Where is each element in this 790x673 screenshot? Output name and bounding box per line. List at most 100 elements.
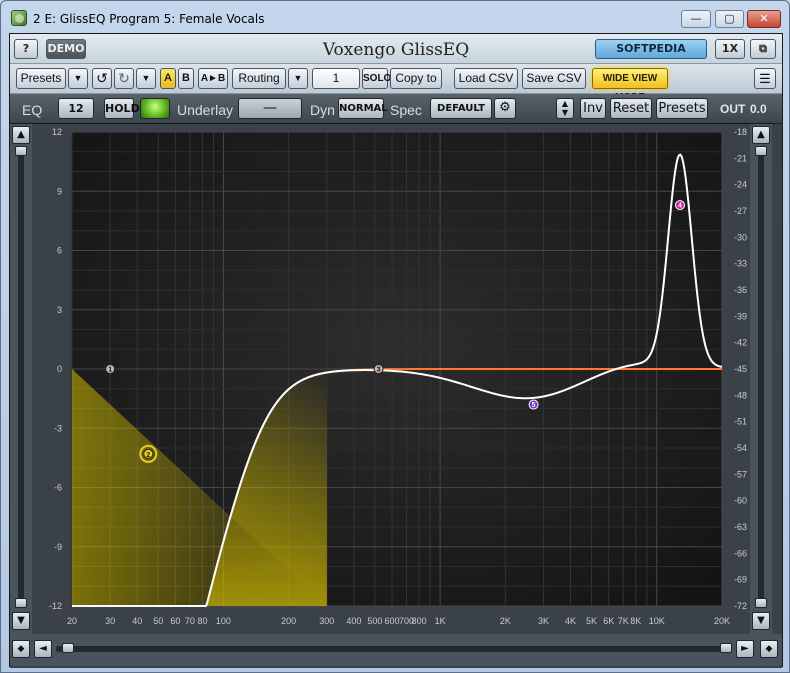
frequency-tick-label: 600: [385, 616, 400, 626]
scroll-track[interactable]: [18, 146, 24, 606]
frequency-tick-label: 40: [132, 616, 142, 626]
minimize-button[interactable]: —: [681, 10, 711, 28]
a-to-b-button[interactable]: A►B: [198, 68, 228, 89]
underlay-label: Underlay: [177, 102, 234, 118]
load-csv-button[interactable]: Load CSV: [454, 68, 518, 89]
spec-select[interactable]: DEFAULT: [430, 98, 492, 119]
close-button[interactable]: ✕: [747, 10, 781, 28]
band-node-5[interactable]: 5: [528, 399, 539, 410]
level-tick-label: -51: [734, 417, 747, 427]
reset-button[interactable]: Reset: [610, 98, 652, 119]
scroll-thumb[interactable]: [15, 146, 27, 156]
window-title: 2 E: GlissEQ Program 5: Female Vocals: [33, 12, 265, 26]
power-led-toggle[interactable]: [140, 98, 170, 119]
scroll-right-icon[interactable]: ►: [736, 640, 754, 658]
scale-button[interactable]: 1X: [715, 39, 745, 59]
scroll-track[interactable]: [56, 646, 732, 652]
band-node-4[interactable]: 4: [675, 200, 686, 211]
level-tick-label: -33: [734, 259, 747, 269]
right-zoom-scrollbar[interactable]: ▲ ▼: [750, 124, 772, 634]
band-label: 5: [532, 402, 536, 409]
history-dropdown[interactable]: ▼: [136, 68, 156, 89]
range-button[interactable]: 12 DB: [58, 98, 94, 134]
frequency-tick-label: 8K: [630, 616, 641, 626]
frequency-tick-label: 20: [67, 616, 77, 626]
menu-icon[interactable]: ☰: [754, 68, 776, 89]
a-button[interactable]: A: [160, 68, 176, 89]
maximize-button[interactable]: ▢: [715, 10, 744, 28]
frequency-scrollbar[interactable]: ◆ ◄ ► ◆: [10, 634, 782, 666]
scroll-thumb[interactable]: [755, 598, 767, 608]
gain-tick-label: 6: [57, 246, 62, 256]
frequency-tick-label: 4K: [565, 616, 576, 626]
title-bar: 2 E: GlissEQ Program 5: Female Vocals — …: [1, 1, 789, 33]
band-node-3[interactable]: 3: [373, 364, 384, 374]
scroll-up-icon[interactable]: ▲: [12, 126, 30, 144]
frequency-tick-label: 7K: [618, 616, 629, 626]
dyn-select[interactable]: NORMAL: [338, 98, 388, 119]
level-tick-label: -42: [734, 338, 747, 348]
wide-view-mode-button[interactable]: WIDE VIEW MODE: [592, 68, 668, 103]
gain-tick-label: -12: [49, 601, 62, 611]
level-tick-label: -57: [734, 469, 747, 479]
band-node-1[interactable]: 1: [105, 364, 116, 374]
routing-dropdown[interactable]: ▼: [288, 68, 308, 89]
frequency-tick-label: 6K: [603, 616, 614, 626]
gain-tick-label: 12: [52, 127, 62, 137]
gain-tick-label: 9: [57, 186, 62, 196]
save-csv-button[interactable]: Save CSV: [522, 68, 586, 89]
gain-tick-label: -6: [54, 483, 62, 493]
undo-icon[interactable]: ↺: [92, 68, 112, 89]
presets-dropdown[interactable]: ▼: [68, 68, 88, 89]
diamond-icon[interactable]: ◆: [12, 640, 30, 658]
scroll-down-icon[interactable]: ▼: [752, 612, 770, 630]
channel-field[interactable]: 1: [312, 68, 360, 89]
frequency-tick-label: 400: [346, 616, 361, 626]
plugin-header: ? DEMO Voxengo GlissEQ SOFTPEDIA 1X ⧉: [10, 34, 782, 64]
eq-presets-button[interactable]: Presets: [656, 98, 708, 119]
frequency-tick-label: 2K: [500, 616, 511, 626]
settings-gear-icon[interactable]: ⚙: [494, 98, 516, 119]
plugin-panel: ? DEMO Voxengo GlissEQ SOFTPEDIA 1X ⧉ Pr…: [9, 33, 783, 668]
hold-button[interactable]: HOLD: [104, 98, 140, 119]
out-label: OUT: [720, 102, 746, 116]
eq-graph[interactable]: 129630-3-6-9-12-18-21-24-27-30-33-36-39-…: [32, 126, 750, 634]
frequency-tick-label: 800: [412, 616, 427, 626]
app-icon[interactable]: [11, 10, 27, 26]
level-tick-label: -21: [734, 153, 747, 163]
frequency-tick-label: 1K: [435, 616, 446, 626]
redo-icon[interactable]: ↻: [114, 68, 134, 89]
restore-icon[interactable]: ⧉: [750, 39, 776, 59]
eq-control-bar: EQ 12 DB HOLD Underlay — Dyn NORMAL Spec…: [10, 94, 782, 134]
out-value[interactable]: 0.0: [750, 102, 767, 116]
copy-to-button[interactable]: Copy to: [390, 68, 442, 89]
scroll-thumb[interactable]: [755, 146, 767, 156]
frequency-tick-label: 60: [170, 616, 180, 626]
b-button[interactable]: B: [178, 68, 194, 89]
underlay-select[interactable]: —: [238, 98, 302, 119]
level-tick-label: -27: [734, 206, 747, 216]
scroll-up-icon[interactable]: ▲: [752, 126, 770, 144]
frequency-tick-label: 300: [319, 616, 334, 626]
scroll-track[interactable]: [758, 146, 764, 606]
scroll-down-icon[interactable]: ▼: [12, 612, 30, 630]
scroll-thumb[interactable]: [720, 643, 732, 653]
routing-button[interactable]: Routing: [232, 68, 286, 89]
level-tick-label: -24: [734, 180, 747, 190]
softpedia-badge[interactable]: SOFTPEDIA: [595, 39, 707, 59]
solo-button[interactable]: SOLO: [362, 68, 391, 89]
frequency-tick-label: 5K: [586, 616, 597, 626]
level-tick-label: -48: [734, 390, 747, 400]
band-label: 4: [678, 203, 682, 210]
scroll-thumb[interactable]: [62, 643, 74, 653]
eq-display-area: ▲ ▼ ▲ ▼ ◆ ◄ ► ◆ 12 9 6 3 0 -3 -6 -9 -12 …: [10, 124, 782, 668]
scroll-left-icon[interactable]: ◄: [34, 640, 52, 658]
stepper-arrows-icon[interactable]: ▲ ▼: [556, 98, 574, 119]
gain-tick-label: -3: [54, 423, 62, 433]
inv-button[interactable]: Inv: [580, 98, 606, 119]
left-zoom-scrollbar[interactable]: ▲ ▼: [10, 124, 32, 634]
gain-tick-label: -9: [54, 542, 62, 552]
presets-button[interactable]: Presets: [16, 68, 66, 89]
scroll-thumb[interactable]: [15, 598, 27, 608]
diamond-icon[interactable]: ◆: [760, 640, 778, 658]
